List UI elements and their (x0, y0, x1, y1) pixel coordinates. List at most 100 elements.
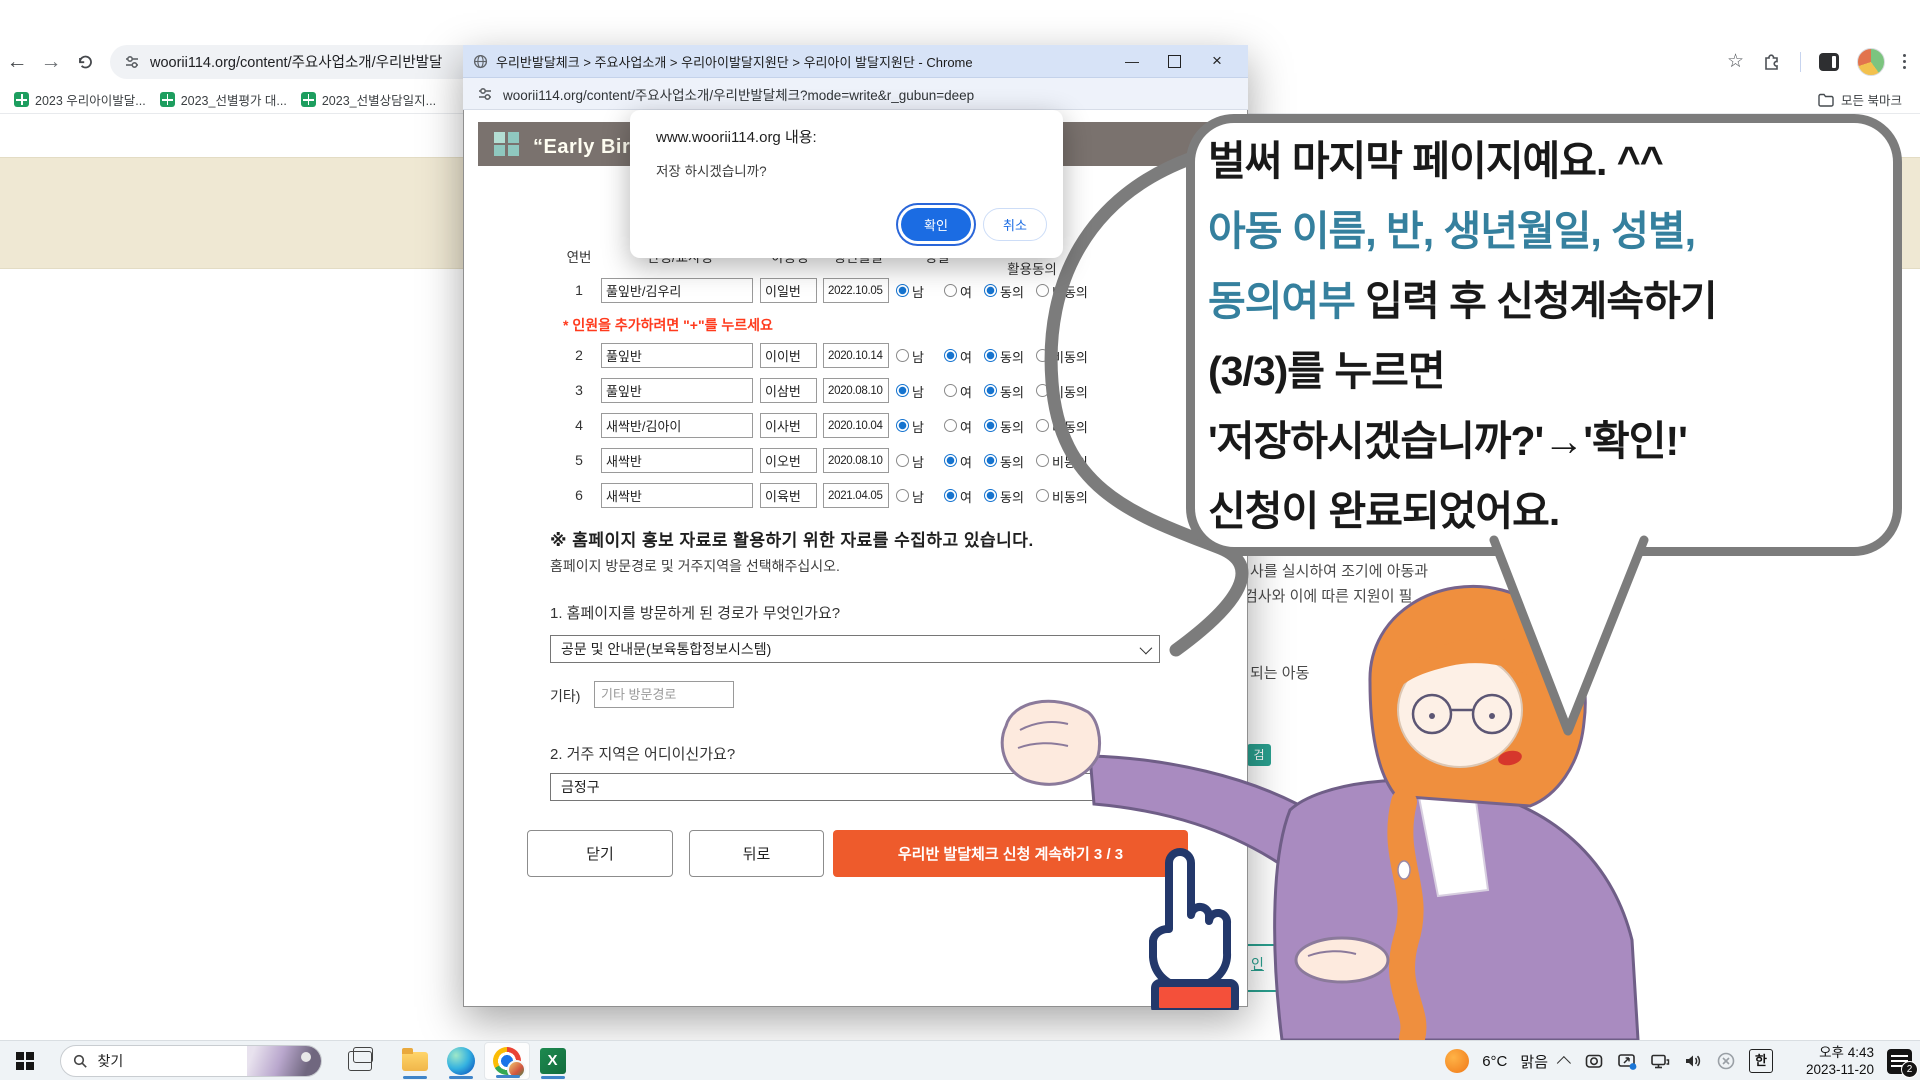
popup-titlebar[interactable]: 우리반발달체크 > 주요사업소개 > 우리아이발달지원단 > 우리아이 발달지원… (463, 45, 1248, 78)
consent-disagree-radio[interactable] (1036, 284, 1049, 297)
bookmark-star-icon[interactable]: ☆ (1727, 50, 1744, 73)
bubble-text-segment: 입력 후 신청계속하기 (1355, 278, 1717, 324)
dismiss-circle-icon[interactable] (1716, 1051, 1736, 1071)
child-name-input[interactable] (760, 378, 817, 403)
popup-address-bar[interactable]: woorii114.org/content/주요사업소개/우리반발달체크?mod… (463, 78, 1248, 110)
start-button[interactable] (16, 1052, 34, 1070)
consent-agree-radio[interactable] (984, 419, 997, 432)
class-teacher-input[interactable] (601, 378, 753, 403)
ime-korean-indicator[interactable]: 한 (1749, 1049, 1773, 1073)
taskbar-clock[interactable]: 오후 4:43 2023-11-20 (1786, 1044, 1874, 1078)
cancel-button[interactable]: 취소 (983, 208, 1047, 241)
bookmark-item[interactable]: 2023 우리아이발달... (14, 90, 146, 109)
birth-date-input[interactable] (823, 448, 889, 473)
gender-male-radio-label: 남 (912, 347, 924, 366)
gender-female-radio[interactable] (944, 454, 957, 467)
class-teacher-input[interactable] (601, 483, 753, 508)
side-panel-icon[interactable] (1819, 53, 1839, 71)
notification-badge: 2 (1901, 1061, 1918, 1078)
tray-chevron-icon[interactable] (1557, 1056, 1571, 1070)
gender-female-radio[interactable] (944, 349, 957, 362)
consent-disagree-radio[interactable] (1036, 349, 1049, 362)
row-number: 1 (561, 282, 597, 298)
child-name-input[interactable] (760, 413, 817, 438)
gender-male-radio[interactable] (896, 284, 909, 297)
notification-center-icon[interactable]: 2 (1887, 1049, 1912, 1074)
consent-disagree-radio[interactable] (1036, 419, 1049, 432)
network-icon[interactable] (1650, 1051, 1670, 1071)
gender-male-radio-label: 남 (912, 452, 924, 471)
birth-date-input[interactable] (823, 483, 889, 508)
class-teacher-input[interactable] (601, 343, 753, 368)
gender-female-radio[interactable] (944, 489, 957, 502)
volume-icon[interactable] (1683, 1051, 1703, 1071)
consent-agree-radio-label: 동의 (1000, 282, 1024, 301)
forward-icon[interactable]: → (34, 50, 68, 74)
bubble-text-segment: '저장하시겠습니까?'→'확인!' (1208, 418, 1687, 464)
consent-disagree-radio-label: 비동의 (1052, 487, 1088, 506)
search-highlight-image[interactable] (247, 1045, 321, 1077)
consent-agree-radio[interactable] (984, 454, 997, 467)
consent-disagree-radio[interactable] (1036, 454, 1049, 467)
bookmark-item[interactable]: 2023_선별평가 대... (160, 90, 287, 109)
confirm-button[interactable]: 확인 (901, 208, 971, 241)
etc-route-input[interactable] (594, 681, 734, 708)
task-view-icon[interactable] (348, 1051, 372, 1071)
class-teacher-input[interactable] (601, 413, 753, 438)
weather-sun-icon[interactable] (1445, 1049, 1469, 1073)
bubble-text-segment: 동의여부 (1208, 278, 1355, 324)
child-name-input[interactable] (760, 483, 817, 508)
consent-disagree-radio-label: 비동의 (1052, 282, 1088, 301)
back-button[interactable]: 뒤로 (689, 830, 824, 877)
maximize-icon[interactable] (1168, 55, 1181, 68)
screen-record-icon[interactable] (1584, 1051, 1604, 1071)
popup-url-text: woorii114.org/content/주요사업소개/우리반발달체크?mod… (503, 84, 974, 104)
gender-male-radio[interactable] (896, 489, 909, 502)
back-icon[interactable]: ← (0, 50, 34, 74)
weather-description[interactable]: 맑음 (1520, 1051, 1548, 1072)
birth-date-input[interactable] (823, 343, 889, 368)
consent-agree-radio[interactable] (984, 384, 997, 397)
taskbar-excel[interactable]: X (530, 1042, 576, 1080)
birth-date-input[interactable] (823, 413, 889, 438)
gender-female-radio[interactable] (944, 284, 957, 297)
bookmark-item[interactable]: 2023_선별상담일지... (301, 90, 436, 109)
gender-male-radio[interactable] (896, 454, 909, 467)
all-bookmarks-label: 모든 북마크 (1841, 90, 1902, 109)
gender-female-radio-label: 여 (960, 452, 972, 471)
gender-female-radio[interactable] (944, 384, 957, 397)
child-name-input[interactable] (760, 343, 817, 368)
taskbar-search[interactable]: 찾기 (60, 1045, 322, 1077)
consent-disagree-radio[interactable] (1036, 384, 1049, 397)
child-name-input[interactable] (760, 278, 817, 303)
consent-agree-radio[interactable] (984, 284, 997, 297)
weather-temperature[interactable]: 6°C (1482, 1053, 1507, 1070)
menu-dots-icon[interactable] (1903, 54, 1906, 69)
taskbar-chrome[interactable] (484, 1042, 530, 1080)
screen-share-icon[interactable] (1617, 1051, 1637, 1071)
child-name-input[interactable] (760, 448, 817, 473)
close-icon[interactable]: × (1196, 51, 1238, 71)
profile-avatar[interactable] (1857, 48, 1885, 76)
class-teacher-input[interactable] (601, 448, 753, 473)
gender-male-radio[interactable] (896, 384, 909, 397)
gender-male-radio[interactable] (896, 349, 909, 362)
question1-label: 1. 홈페이지를 방문하게 된 경로가 무엇인가요? (550, 602, 840, 623)
gender-female-radio[interactable] (944, 419, 957, 432)
birth-date-input[interactable] (823, 278, 889, 303)
minimize-icon[interactable]: — (1111, 53, 1153, 69)
extensions-icon[interactable] (1762, 52, 1782, 72)
all-bookmarks-button[interactable]: 모든 북마크 (1818, 90, 1902, 109)
alert-message: 저장 하시겠습니까? (656, 160, 767, 180)
taskbar-file-explorer[interactable] (392, 1042, 438, 1080)
birth-date-input[interactable] (823, 378, 889, 403)
desktop-screen: ← → woorii114.org/content/주요사업소개/우리반발달 ☆… (0, 0, 1920, 1080)
gender-male-radio[interactable] (896, 419, 909, 432)
close-form-button[interactable]: 닫기 (527, 830, 673, 877)
taskbar-edge[interactable] (438, 1042, 484, 1080)
consent-agree-radio[interactable] (984, 349, 997, 362)
consent-disagree-radio[interactable] (1036, 489, 1049, 502)
consent-agree-radio[interactable] (984, 489, 997, 502)
reload-icon[interactable] (68, 52, 102, 72)
class-teacher-input[interactable] (601, 278, 753, 303)
